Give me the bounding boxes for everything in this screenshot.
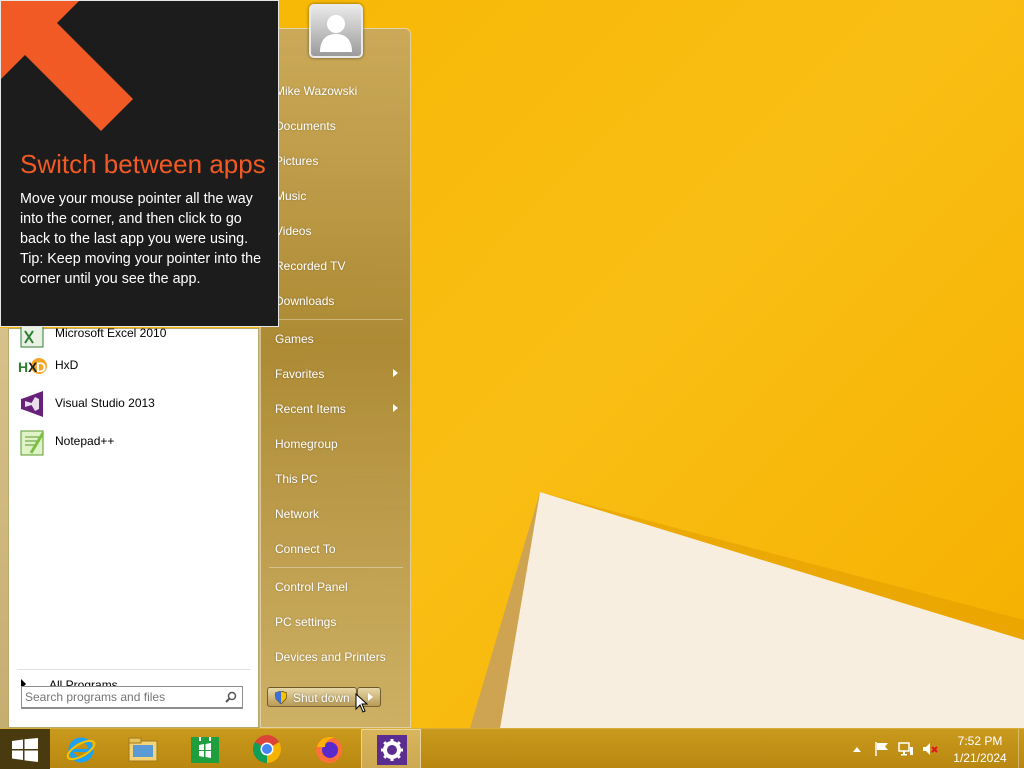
- documents-link[interactable]: Documents: [275, 118, 336, 134]
- chrome-icon: [253, 735, 281, 763]
- pc-settings-link[interactable]: PC settings: [275, 614, 336, 630]
- clock-time[interactable]: 7:52 PM: [952, 734, 1008, 748]
- program-item-visual-studio[interactable]: Visual Studio 2013: [13, 387, 253, 421]
- user-name-link[interactable]: Mike Wazowski: [275, 83, 357, 99]
- firefox-icon: [316, 737, 342, 763]
- places-panel: Mike Wazowski Documents Pictures Music V…: [260, 28, 411, 728]
- show-hidden-icons-icon[interactable]: [852, 745, 862, 753]
- settings-gear-icon: [377, 735, 407, 765]
- divider: [17, 669, 251, 670]
- this-pc-link[interactable]: This PC: [275, 471, 318, 487]
- taskbar-firefox[interactable]: [299, 729, 359, 769]
- network-icon[interactable]: [898, 741, 914, 757]
- volume-muted-icon[interactable]: [922, 741, 940, 757]
- downloads-link[interactable]: Downloads: [275, 293, 334, 309]
- tip-hint: Tip: Keep moving your pointer into the c…: [20, 251, 262, 287]
- user-avatar[interactable]: [309, 4, 363, 58]
- tip-title: Switch between apps: [20, 149, 266, 179]
- submenu-arrow-icon: [393, 404, 398, 412]
- user-icon: [320, 15, 352, 52]
- search-input[interactable]: [25, 689, 215, 705]
- program-label: Microsoft Excel 2010: [55, 326, 167, 340]
- tip-text: Move your mouse pointer all the way into…: [20, 191, 253, 247]
- tip-body: Move your mouse pointer all the way into…: [20, 189, 265, 289]
- store-icon: [191, 737, 219, 763]
- show-desktop-button[interactable]: [1018, 729, 1024, 769]
- games-link[interactable]: Games: [275, 331, 314, 347]
- corner-arrow-icon: [1, 1, 133, 131]
- network-link[interactable]: Network: [275, 506, 319, 522]
- taskbar-internet-explorer[interactable]: [51, 729, 111, 769]
- program-label: Visual Studio 2013: [55, 396, 155, 410]
- visual-studio-icon: [21, 391, 43, 417]
- taskbar-store[interactable]: [175, 729, 235, 769]
- music-link[interactable]: Music: [275, 188, 306, 204]
- submenu-arrow-icon: [393, 369, 398, 377]
- search-icon: [225, 691, 237, 703]
- shutdown-button[interactable]: Shut down: [267, 687, 357, 707]
- switch-apps-tip: Switch between apps Move your mouse poin…: [0, 0, 279, 327]
- program-item-notepad-plus-plus[interactable]: Notepad++: [13, 425, 253, 459]
- divider: [269, 319, 403, 320]
- program-item-hxd[interactable]: H X D HxD: [13, 349, 253, 383]
- taskbar-file-explorer[interactable]: [113, 729, 173, 769]
- shutdown-label: Shut down: [293, 691, 350, 705]
- devices-printers-link[interactable]: Devices and Printers: [275, 649, 386, 665]
- taskbar: 7:52 PM 1/21/2024: [0, 728, 1024, 769]
- videos-link[interactable]: Videos: [275, 223, 311, 239]
- taskbar-settings[interactable]: [361, 729, 421, 769]
- programs-panel: Microsoft Excel 2010 H X D HxD Visual St…: [8, 324, 259, 728]
- control-panel-link[interactable]: Control Panel: [275, 579, 348, 595]
- action-center-flag-icon[interactable]: [874, 741, 890, 757]
- internet-explorer-icon: [66, 737, 96, 763]
- start-button[interactable]: [0, 729, 50, 769]
- windows-logo-icon: [12, 738, 38, 762]
- file-explorer-icon: [128, 737, 158, 762]
- mouse-cursor-icon: [355, 693, 369, 713]
- notepad-plus-plus-icon: [20, 430, 45, 456]
- search-box[interactable]: [21, 686, 243, 708]
- clock-date[interactable]: 1/21/2024: [948, 751, 1012, 765]
- program-label: Notepad++: [55, 434, 115, 448]
- hxd-icon: H X D: [18, 358, 47, 375]
- divider: [269, 567, 403, 568]
- program-label: HxD: [55, 358, 79, 372]
- shield-icon: [275, 691, 287, 704]
- favorites-link[interactable]: Favorites: [275, 366, 324, 382]
- svg-text:D: D: [36, 359, 46, 375]
- taskbar-chrome[interactable]: [237, 729, 297, 769]
- pictures-link[interactable]: Pictures: [275, 153, 318, 169]
- svg-text:H: H: [18, 359, 28, 375]
- homegroup-link[interactable]: Homegroup: [275, 436, 338, 452]
- recorded-tv-link[interactable]: Recorded TV: [275, 258, 345, 274]
- recent-items-link[interactable]: Recent Items: [275, 401, 346, 417]
- connect-to-link[interactable]: Connect To: [275, 541, 336, 557]
